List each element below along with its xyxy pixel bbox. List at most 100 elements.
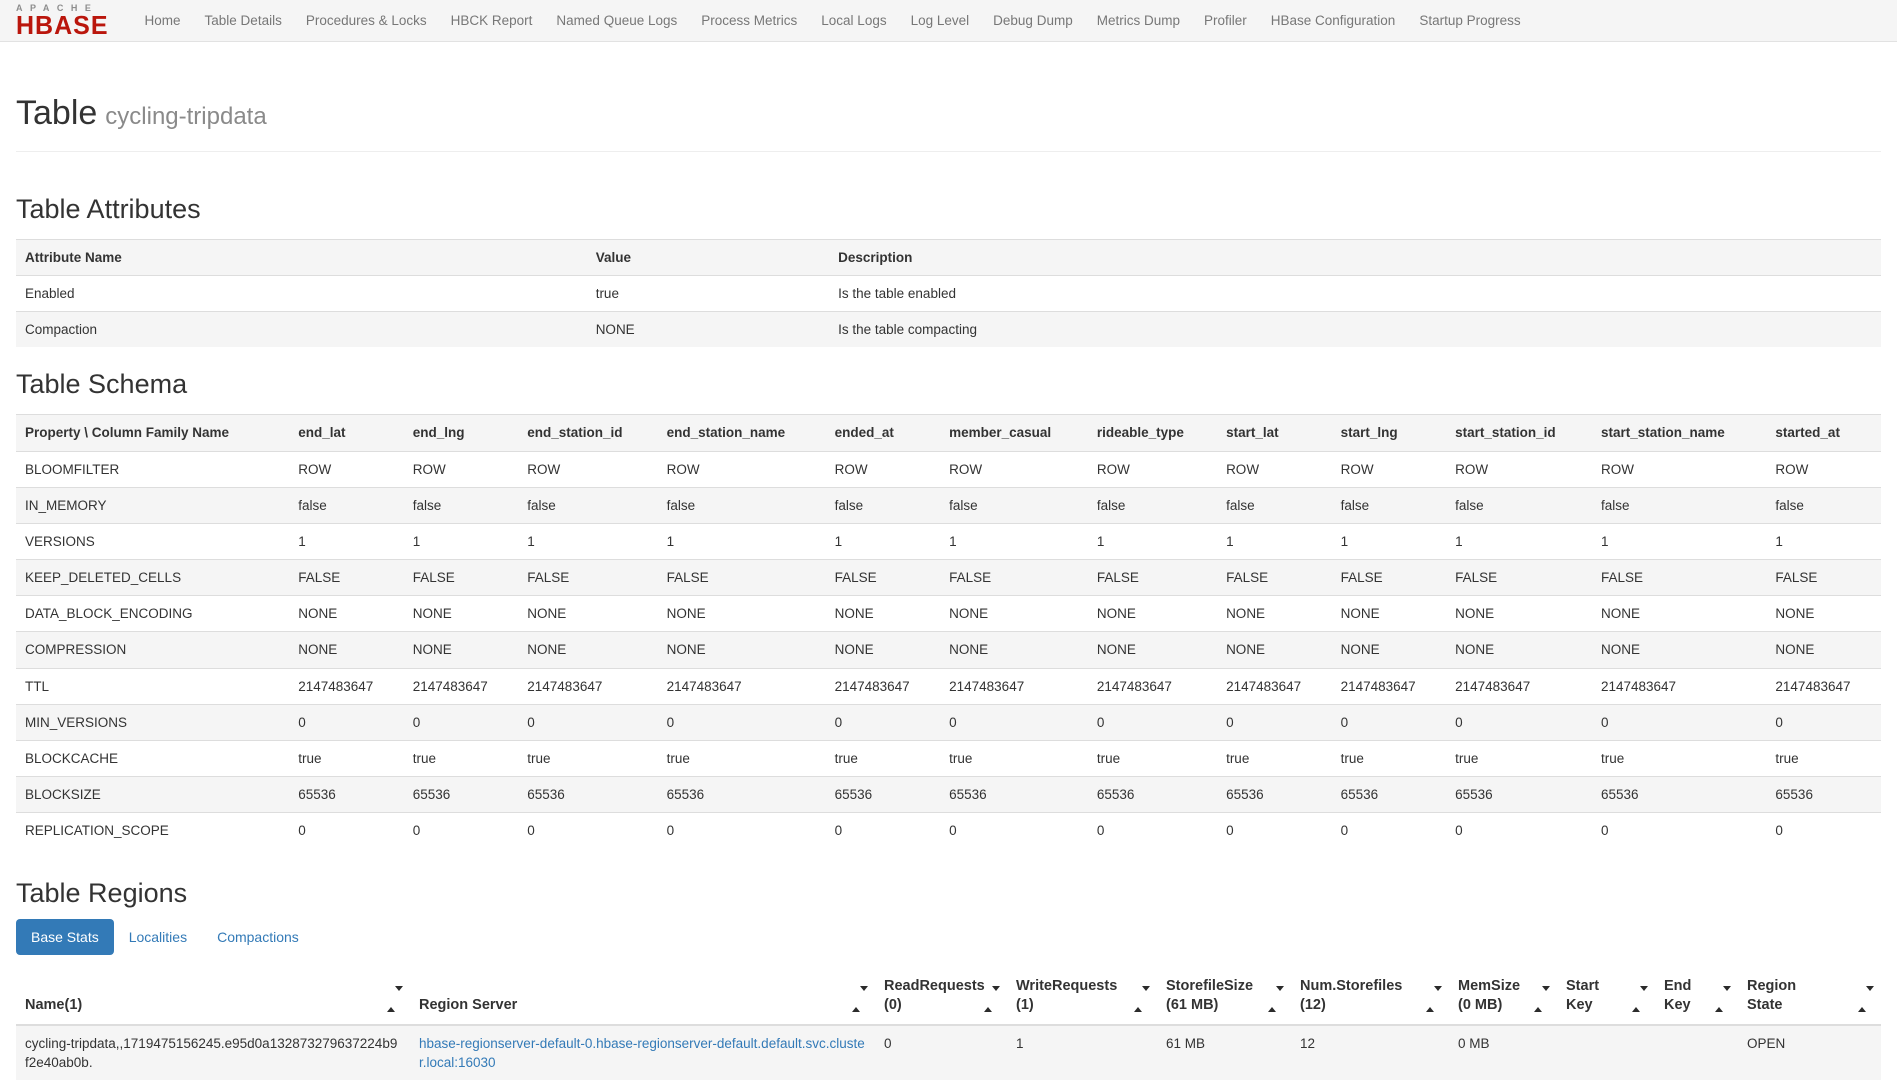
schema-value: FALSE [1592, 560, 1766, 596]
schema-value: 0 [1446, 704, 1592, 740]
schema-value: FALSE [1766, 560, 1881, 596]
regions-table: Name(1) Region ServerReadRequests (0) Writ… [16, 969, 1881, 1080]
attributes-header-row: Attribute NameValueDescription [16, 240, 1881, 276]
schema-property: BLOOMFILTER [16, 451, 289, 487]
schema-value: 0 [404, 704, 519, 740]
nav-item: Debug Dump [981, 0, 1085, 41]
schema-value: false [1332, 487, 1447, 523]
sort-down-arrow [1866, 986, 1874, 1007]
tab-link-base-stats[interactable]: Base Stats [16, 919, 114, 955]
sort-icon[interactable] [1134, 990, 1150, 1009]
cell: NONE [587, 312, 829, 348]
nav-link-home[interactable]: Home [133, 0, 193, 41]
sort-up-arrow [1715, 991, 1723, 1012]
region-server-cell: hbase-regionserver-default-0.hbase-regio… [410, 1025, 875, 1080]
column-header-label: ReadRequests (0) [884, 977, 984, 1015]
schema-property: IN_MEMORY [16, 487, 289, 523]
schema-value: 65536 [289, 777, 404, 813]
sort-icon[interactable] [852, 990, 868, 1009]
schema-value: 65536 [518, 777, 657, 813]
column-header-member-casual: member_casual [940, 415, 1088, 451]
nav-link-table-details[interactable]: Table Details [193, 0, 294, 41]
column-header-num-storefiles-12[interactable]: Num.Storefiles (12) [1291, 969, 1449, 1024]
schema-row-blocksize: BLOCKSIZE6553665536655366553665536655366… [16, 777, 1881, 813]
column-header-label: Name(1) [25, 996, 82, 1015]
schema-property: BLOCKCACHE [16, 740, 289, 776]
nav-link-named-queue-logs[interactable]: Named Queue Logs [544, 0, 689, 41]
column-header-label: End Key [1664, 977, 1704, 1015]
nav-link-process-metrics[interactable]: Process Metrics [689, 0, 809, 41]
schema-value: ROW [658, 451, 826, 487]
column-header-readrequests-0[interactable]: ReadRequests (0) [875, 969, 1007, 1024]
schema-value: 2147483647 [658, 668, 826, 704]
schema-value: NONE [289, 596, 404, 632]
schema-value: 1 [1592, 523, 1766, 559]
column-header-label: Region State [1747, 977, 1809, 1015]
column-header-label: MemSize (0 MB) [1458, 977, 1528, 1015]
schema-value: ROW [1332, 451, 1447, 487]
column-header-name-1[interactable]: Name(1) [16, 969, 410, 1024]
navbar: APACHE HBASE HomeTable DetailsProcedures… [0, 0, 1897, 42]
schema-value: 2147483647 [1217, 668, 1332, 704]
sort-icon[interactable] [1858, 990, 1874, 1009]
cell: Compaction [16, 312, 587, 348]
sort-icon[interactable] [387, 990, 403, 1009]
sort-icon[interactable] [984, 990, 1000, 1009]
schema-value: 1 [940, 523, 1088, 559]
sort-icon[interactable] [1426, 990, 1442, 1009]
nav-link-debug-dump[interactable]: Debug Dump [981, 0, 1085, 41]
column-header-region-state[interactable]: Region State [1738, 969, 1881, 1024]
column-header-end-station-name: end_station_name [658, 415, 826, 451]
column-header-end-key[interactable]: End Key [1655, 969, 1738, 1024]
nav-link-procedures-locks[interactable]: Procedures & Locks [294, 0, 439, 41]
nav-link-local-logs[interactable]: Local Logs [809, 0, 898, 41]
column-header-writerequests-1[interactable]: WriteRequests (1) [1007, 969, 1157, 1024]
tab-link-localities[interactable]: Localities [114, 919, 202, 955]
schema-value: NONE [1766, 632, 1881, 668]
column-header-memsize-0-mb[interactable]: MemSize (0 MB) [1449, 969, 1557, 1024]
sort-icon[interactable] [1534, 990, 1550, 1009]
schema-value: ROW [289, 451, 404, 487]
schema-value: 65536 [1592, 777, 1766, 813]
cell: Is the table compacting [829, 312, 1881, 348]
region-server-link[interactable]: hbase-regionserver-default-0.hbase-regio… [419, 1036, 865, 1070]
cell: Enabled [16, 276, 587, 312]
tab-link-compactions[interactable]: Compactions [202, 919, 314, 955]
schema-property: TTL [16, 668, 289, 704]
schema-value: false [658, 487, 826, 523]
schema-value: ROW [940, 451, 1088, 487]
column-header-region-server[interactable]: Region Server [410, 969, 875, 1024]
nav-link-profiler[interactable]: Profiler [1192, 0, 1259, 41]
schema-value: FALSE [658, 560, 826, 596]
schema-value: 0 [289, 704, 404, 740]
schema-value: true [289, 740, 404, 776]
schema-value: NONE [1088, 596, 1217, 632]
nav-item: Process Metrics [689, 0, 809, 41]
nav-link-hbck-report[interactable]: HBCK Report [439, 0, 545, 41]
schema-value: NONE [1592, 596, 1766, 632]
sort-icon[interactable] [1268, 990, 1284, 1009]
schema-value: ROW [1446, 451, 1592, 487]
schema-value: NONE [658, 632, 826, 668]
column-header-storefilesize-61-mb[interactable]: StorefileSize (61 MB) [1157, 969, 1291, 1024]
sort-up-arrow [984, 991, 992, 1012]
schema-value: FALSE [940, 560, 1088, 596]
sort-down-arrow [395, 986, 403, 1007]
nav-link-hbase-configuration[interactable]: HBase Configuration [1259, 0, 1408, 41]
schema-value: 0 [1766, 813, 1881, 849]
hbase-logo[interactable]: APACHE HBASE [16, 3, 109, 39]
schema-value: NONE [404, 596, 519, 632]
attributes-row-enabled: EnabledtrueIs the table enabled [16, 276, 1881, 312]
sort-icon[interactable] [1715, 990, 1731, 1009]
column-header-start-key[interactable]: Start Key [1557, 969, 1655, 1024]
nav-link-startup-progress[interactable]: Startup Progress [1407, 0, 1532, 41]
schema-value: 1 [1446, 523, 1592, 559]
schema-value: 0 [1217, 704, 1332, 740]
schema-value: false [289, 487, 404, 523]
logo-hbase-text: HBASE [16, 13, 109, 39]
sort-icon[interactable] [1632, 990, 1648, 1009]
schema-value: 0 [518, 704, 657, 740]
nav-link-metrics-dump[interactable]: Metrics Dump [1085, 0, 1192, 41]
schema-value: true [940, 740, 1088, 776]
nav-link-log-level[interactable]: Log Level [899, 0, 982, 41]
